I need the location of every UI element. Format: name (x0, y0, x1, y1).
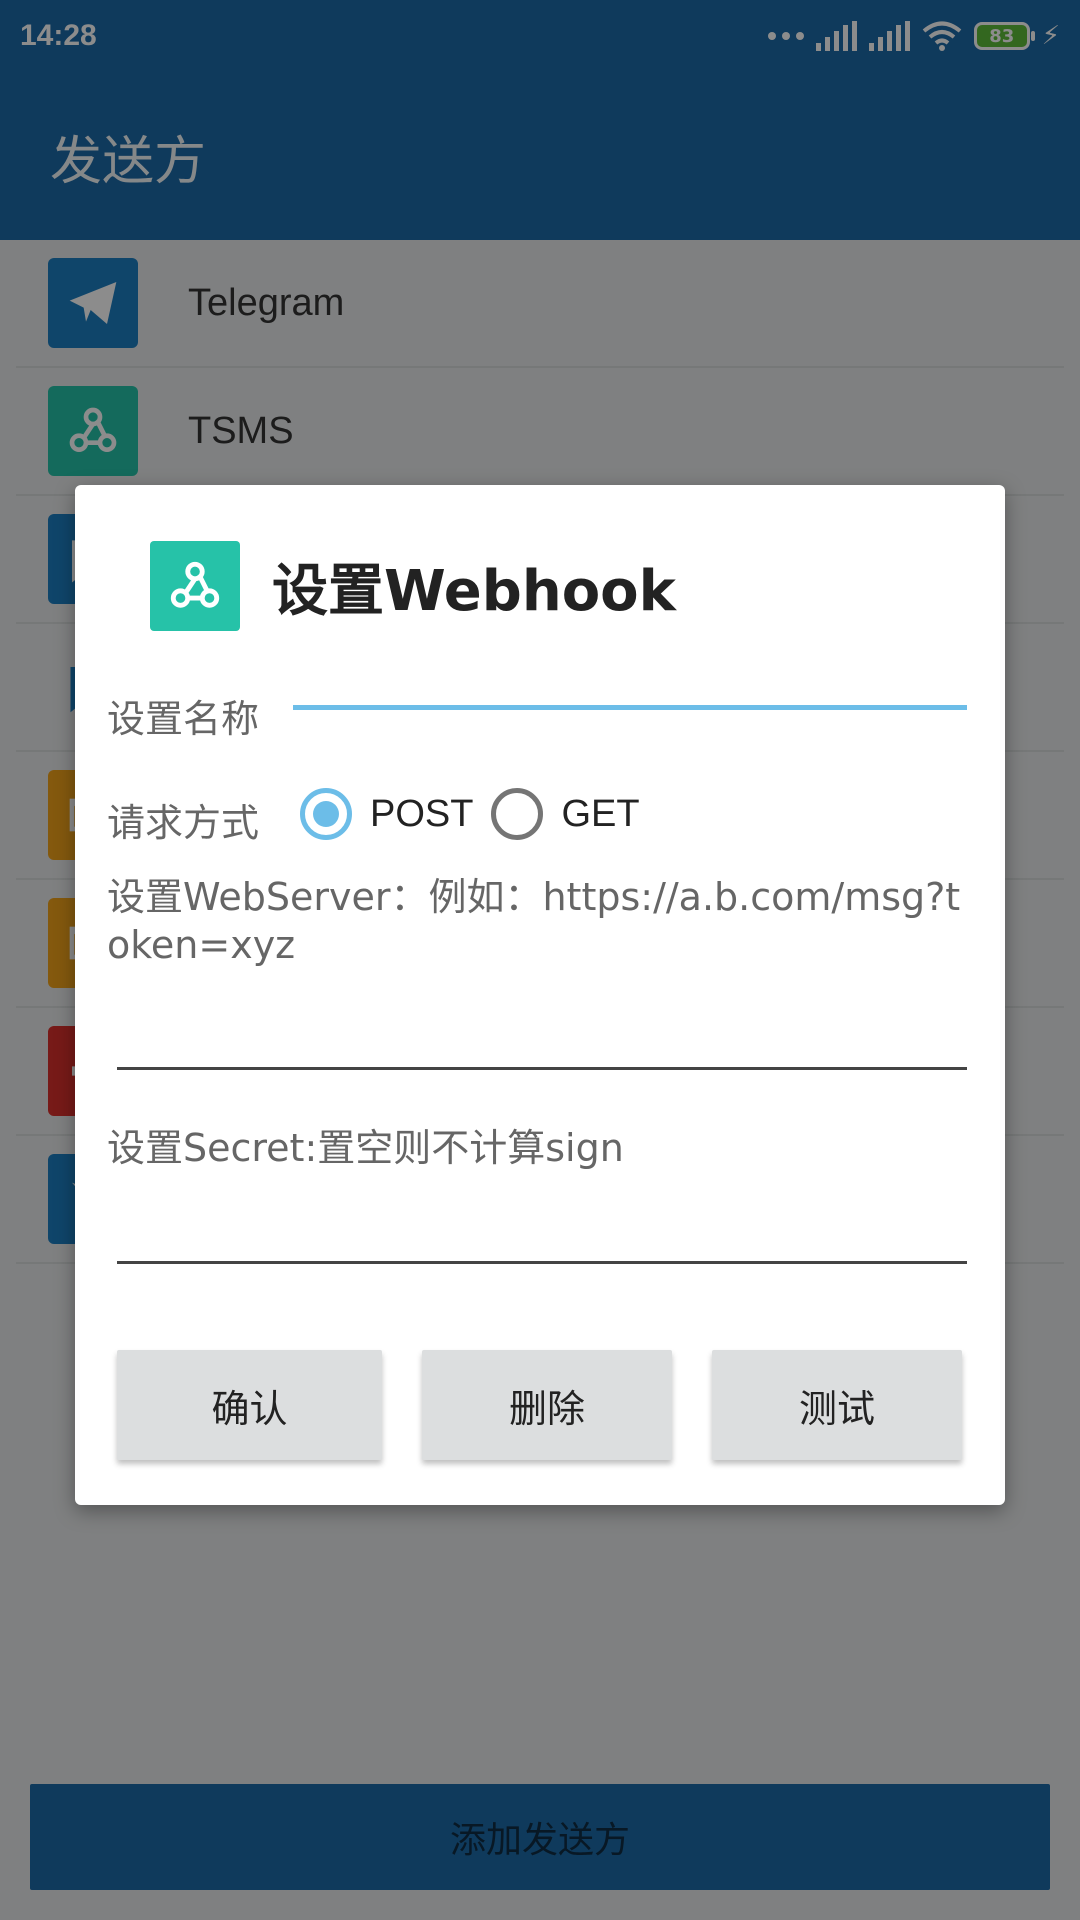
radio-checked-icon (300, 788, 352, 840)
post-radio[interactable]: POST (300, 788, 473, 840)
secret-hint: 设置Secret:置空则不计算sign (107, 1126, 624, 1170)
name-input[interactable] (293, 643, 967, 710)
webhook-icon (150, 541, 240, 631)
secret-input[interactable] (117, 1179, 967, 1264)
confirm-button[interactable]: 确认 (117, 1350, 382, 1460)
webserver-input[interactable] (117, 985, 967, 1070)
get-radio-label: GET (561, 792, 640, 835)
post-radio-label: POST (370, 792, 474, 835)
name-label: 设置名称 (107, 697, 260, 741)
webserver-hint: 设置WebServer：例如：https://a.b.com/msg?token… (107, 875, 961, 967)
delete-button[interactable]: 删除 (422, 1350, 672, 1460)
get-radio[interactable]: GET (491, 788, 640, 840)
method-label: 请求方式 (107, 801, 260, 845)
test-button[interactable]: 测试 (712, 1350, 962, 1460)
dialog-header: 设置Webhook (150, 541, 676, 631)
webhook-dialog: 设置Webhook 设置名称 请求方式 POST GET 设置WebServer… (75, 485, 1005, 1505)
radio-unchecked-icon (491, 788, 544, 840)
method-radio-group: POST GET (300, 788, 658, 840)
dialog-title: 设置Webhook (272, 558, 676, 624)
